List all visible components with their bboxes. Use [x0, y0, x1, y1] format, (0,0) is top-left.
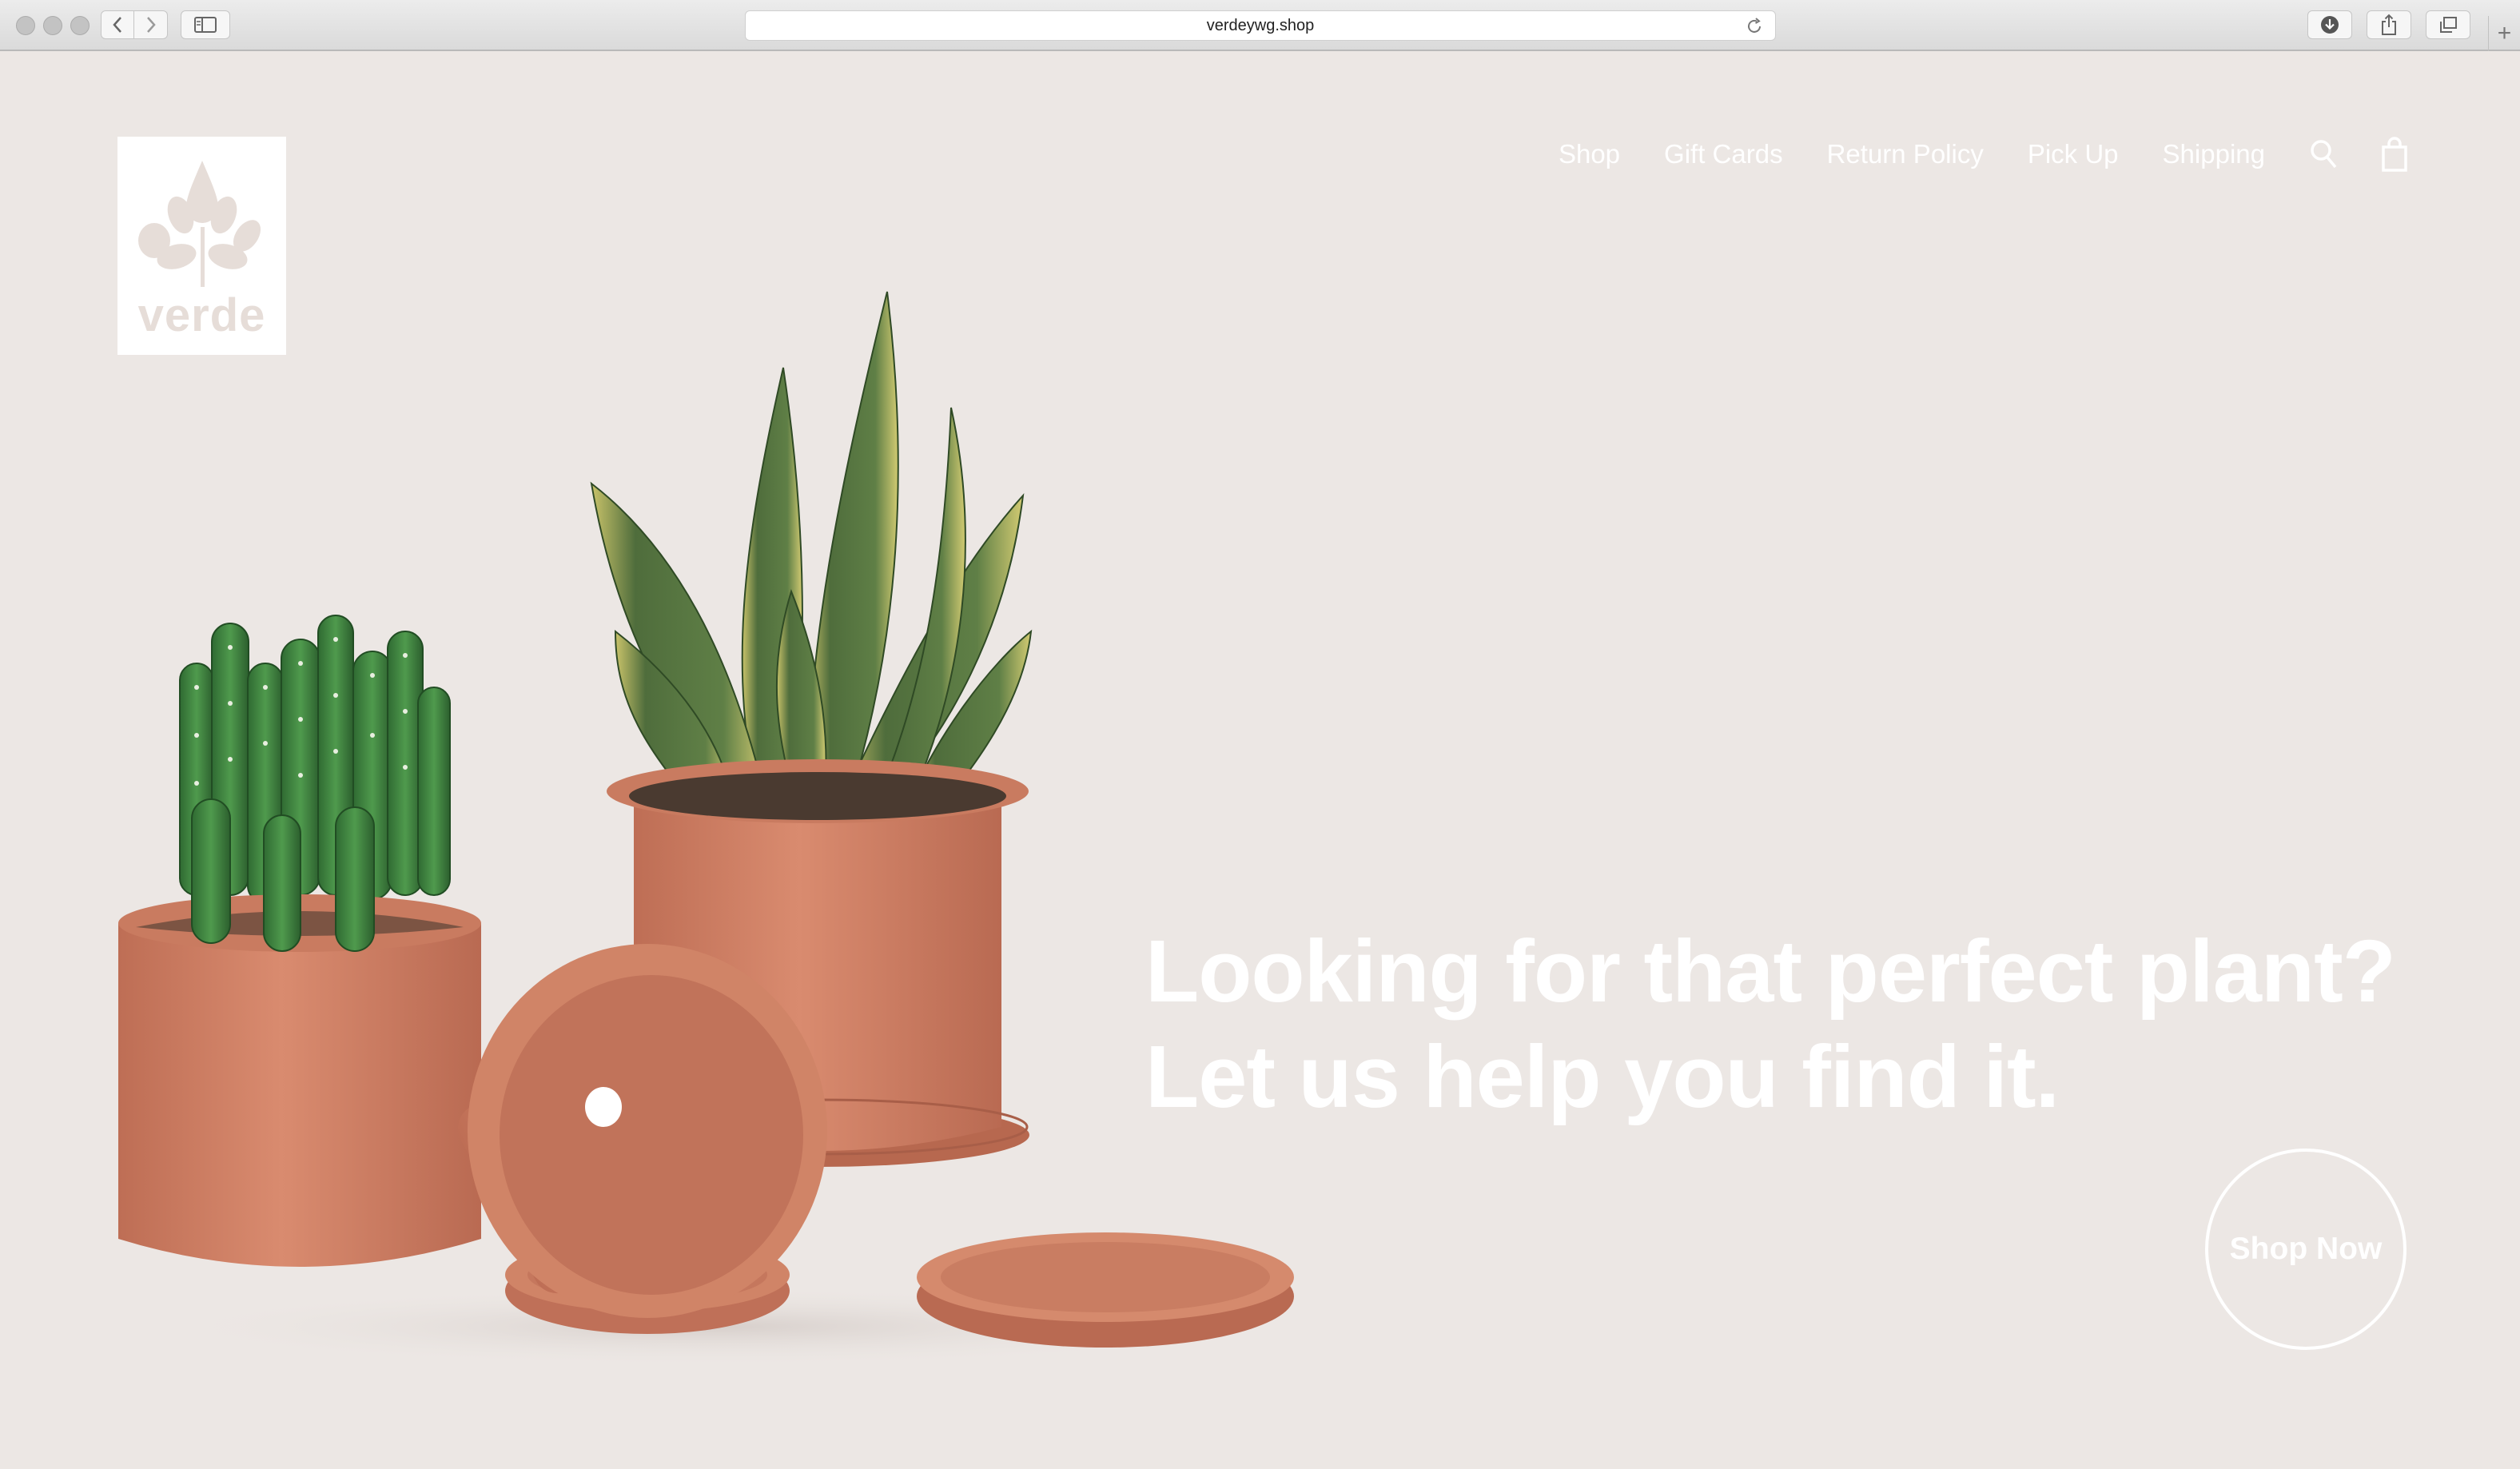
back-icon	[113, 17, 121, 33]
close-window-button[interactable]	[16, 16, 35, 35]
main-navigation: Shop Gift Cards Return Policy Pick Up Sh…	[1559, 136, 2408, 173]
tabs-icon	[2440, 17, 2457, 33]
zoom-window-button[interactable]	[70, 16, 90, 35]
minimize-window-button[interactable]	[43, 16, 62, 35]
search-icon	[2311, 140, 2337, 169]
history-buttons	[101, 10, 168, 39]
hero-headline-line-1: Looking for that perfect plant?	[1145, 922, 2396, 1021]
share-button[interactable]	[2367, 10, 2411, 39]
url-text: verdeywg.shop	[1206, 16, 1315, 34]
browser-toolbar: verdeywg.shop +	[0, 0, 2520, 51]
forward-icon	[146, 17, 156, 33]
shop-now-button[interactable]: Shop Now	[2205, 1149, 2407, 1350]
forward-button[interactable]	[134, 10, 168, 39]
window-controls	[16, 16, 90, 35]
cart-button[interactable]	[2381, 137, 2408, 172]
downloads-button[interactable]	[2307, 10, 2352, 39]
search-button[interactable]	[2309, 138, 2338, 170]
reload-icon[interactable]	[1745, 17, 1764, 36]
nav-link-pick-up[interactable]: Pick Up	[2028, 139, 2119, 169]
nav-link-shipping[interactable]: Shipping	[2163, 139, 2265, 169]
nav-link-shop[interactable]: Shop	[1559, 139, 1620, 169]
sidebar-icon	[194, 17, 217, 33]
leaf-logo-icon	[138, 161, 261, 287]
hero-headline-line-2: Let us help you find it.	[1145, 1028, 2060, 1126]
nav-link-gift-cards[interactable]: Gift Cards	[1664, 139, 1783, 169]
toolbar-right-buttons	[2307, 10, 2470, 39]
sidebar-toggle-button[interactable]	[181, 10, 230, 39]
hero-headline: Looking for that perfect plant? Let us h…	[1145, 919, 2440, 1130]
new-tab-button[interactable]: +	[2488, 16, 2520, 51]
download-icon	[2321, 16, 2339, 34]
hero-plant-image	[118, 291, 1294, 1367]
share-icon	[2382, 14, 2396, 35]
show-tabs-button[interactable]	[2426, 10, 2470, 39]
shopping-bag-icon	[2382, 137, 2407, 172]
address-bar[interactable]: verdeywg.shop	[745, 10, 1776, 41]
back-button[interactable]	[101, 10, 134, 39]
nav-link-return-policy[interactable]: Return Policy	[1827, 139, 1984, 169]
